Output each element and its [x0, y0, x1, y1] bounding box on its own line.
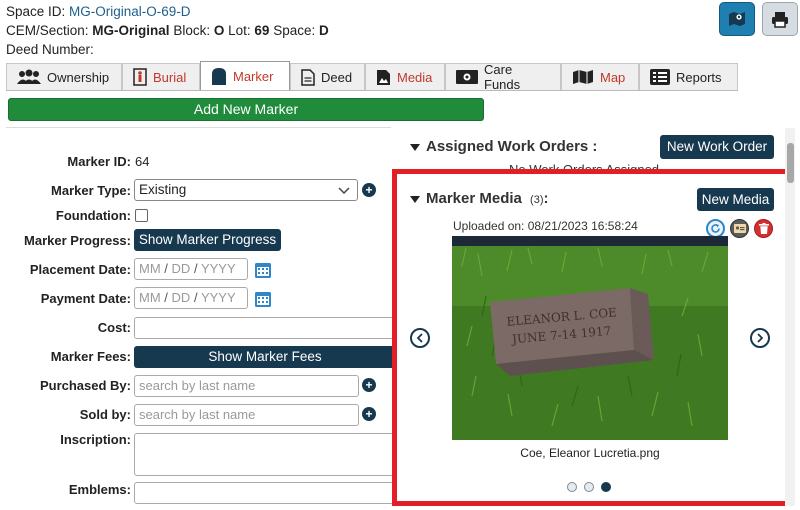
- collapse-triangle-icon: [410, 143, 420, 151]
- refresh-icon: [711, 224, 720, 233]
- chevron-down-icon: [338, 187, 350, 195]
- id-card-icon: [733, 224, 746, 233]
- list-icon: [650, 69, 670, 85]
- add-seller-button[interactable]: +: [362, 407, 376, 421]
- map-button[interactable]: [719, 2, 755, 36]
- collapse-triangle-icon: [410, 195, 420, 203]
- trash-icon: [758, 223, 769, 234]
- carousel-dot-3[interactable]: [601, 482, 611, 492]
- previous-media-button[interactable]: [410, 328, 430, 348]
- document-icon: [301, 68, 315, 86]
- inscription-textarea[interactable]: [134, 433, 396, 476]
- payment-date-input[interactable]: MM / DD / YYYY: [134, 287, 248, 309]
- id-card-button[interactable]: [730, 219, 749, 238]
- marker-photo[interactable]: ELEANOR L. COE JUNE 7-14 1917: [452, 236, 728, 440]
- divider: [6, 127, 391, 128]
- add-new-marker-button[interactable]: Add New Marker: [8, 98, 484, 121]
- space-header: Space ID: MG-Original-O-69-D CEM/Section…: [6, 2, 329, 59]
- marker-id-value: 64: [135, 154, 150, 169]
- deed-label: Deed Number:: [6, 42, 94, 57]
- purchased-by-label: Purchased By:: [39, 378, 131, 393]
- sold-by-label: Sold by:: [79, 407, 131, 422]
- map-tab-icon: [573, 70, 593, 84]
- marker-progress-label: Marker Progress:: [24, 233, 131, 248]
- marker-media-title[interactable]: Marker Media (3):: [410, 190, 549, 207]
- inscription-label: Inscription:: [60, 432, 131, 447]
- no-work-orders-text: No Work Orders Assigned: [509, 161, 659, 169]
- show-marker-progress-button[interactable]: Show Marker Progress: [134, 229, 281, 251]
- media-icon: [377, 69, 390, 85]
- space-id-label: Space ID:: [6, 4, 66, 19]
- media-caption: Coe, Eleanor Lucretia.png: [520, 446, 660, 460]
- tab-map[interactable]: Map: [561, 63, 639, 90]
- add-purchaser-button[interactable]: +: [362, 378, 376, 392]
- marker-id-label: Marker ID:: [67, 154, 131, 169]
- scrollbar-thumb[interactable]: [787, 143, 794, 183]
- carousel-dot-2[interactable]: [584, 482, 594, 492]
- new-work-order-button[interactable]: New Work Order: [660, 135, 774, 159]
- people-icon: [17, 69, 41, 84]
- lot-value: 69: [254, 23, 270, 38]
- printer-icon: [772, 11, 788, 28]
- headstone-icon: [212, 68, 226, 85]
- calendar-icon[interactable]: [255, 261, 271, 278]
- new-media-button[interactable]: New Media: [697, 188, 774, 211]
- delete-button[interactable]: [754, 219, 773, 238]
- block-label: Block:: [173, 23, 211, 38]
- map-icon: [729, 12, 745, 26]
- placement-date-input[interactable]: MM / DD / YYYY: [134, 258, 248, 280]
- block-value: O: [213, 23, 225, 38]
- space-value: D: [319, 23, 329, 38]
- chevron-right-icon: [757, 333, 764, 343]
- tab-reports[interactable]: Reports: [639, 63, 738, 90]
- print-button[interactable]: [762, 2, 798, 36]
- lot-label: Lot:: [228, 23, 251, 38]
- purchased-by-input[interactable]: search by last name: [134, 375, 359, 397]
- calendar-icon[interactable]: [255, 290, 271, 307]
- chevron-left-icon: [416, 333, 423, 343]
- tab-ownership[interactable]: Ownership: [6, 63, 122, 90]
- marker-type-label: Marker Type:: [51, 183, 131, 198]
- show-marker-fees-button[interactable]: Show Marker Fees: [134, 346, 396, 368]
- tab-burial[interactable]: Burial: [122, 63, 200, 90]
- add-marker-type-button[interactable]: +: [362, 183, 376, 197]
- media-count: (3): [530, 194, 544, 206]
- uploaded-on-text: Uploaded on: 08/21/2023 16:58:24: [453, 219, 638, 233]
- next-media-button[interactable]: [750, 328, 770, 348]
- marker-type-select[interactable]: Existing: [134, 179, 358, 201]
- cem-label: CEM/Section:: [6, 23, 89, 38]
- marker-fees-label: Marker Fees:: [50, 349, 131, 364]
- scrollbar[interactable]: [785, 128, 795, 506]
- tab-deed[interactable]: Deed: [290, 63, 365, 90]
- headstone-photo: ELEANOR L. COE JUNE 7-14 1917: [452, 246, 728, 440]
- foundation-label: Foundation:: [55, 208, 131, 223]
- sold-by-input[interactable]: search by last name: [134, 404, 359, 426]
- emblems-input[interactable]: [134, 482, 396, 504]
- cost-label: Cost:: [97, 320, 131, 335]
- cost-input[interactable]: [134, 317, 396, 339]
- space-id-value[interactable]: MG-Original-O-69-D: [69, 4, 191, 19]
- tab-care-funds[interactable]: Care Funds: [445, 62, 561, 92]
- emblems-label: Emblems:: [68, 482, 131, 497]
- tab-marker[interactable]: Marker: [200, 61, 290, 90]
- work-orders-title[interactable]: Assigned Work Orders :: [410, 138, 597, 155]
- space-label: Space:: [273, 23, 316, 38]
- cem-value: MG-Original: [92, 23, 170, 38]
- foundation-checkbox[interactable]: [135, 209, 148, 222]
- burial-icon: [133, 68, 147, 86]
- money-icon: [456, 70, 478, 84]
- placement-date-label: Placement Date:: [29, 262, 131, 277]
- payment-date-label: Payment Date:: [40, 291, 131, 306]
- tab-media[interactable]: Media: [365, 63, 445, 90]
- carousel-dot-1[interactable]: [567, 482, 577, 492]
- tab-bar: Ownership Burial Marker Deed Media Care …: [6, 61, 738, 92]
